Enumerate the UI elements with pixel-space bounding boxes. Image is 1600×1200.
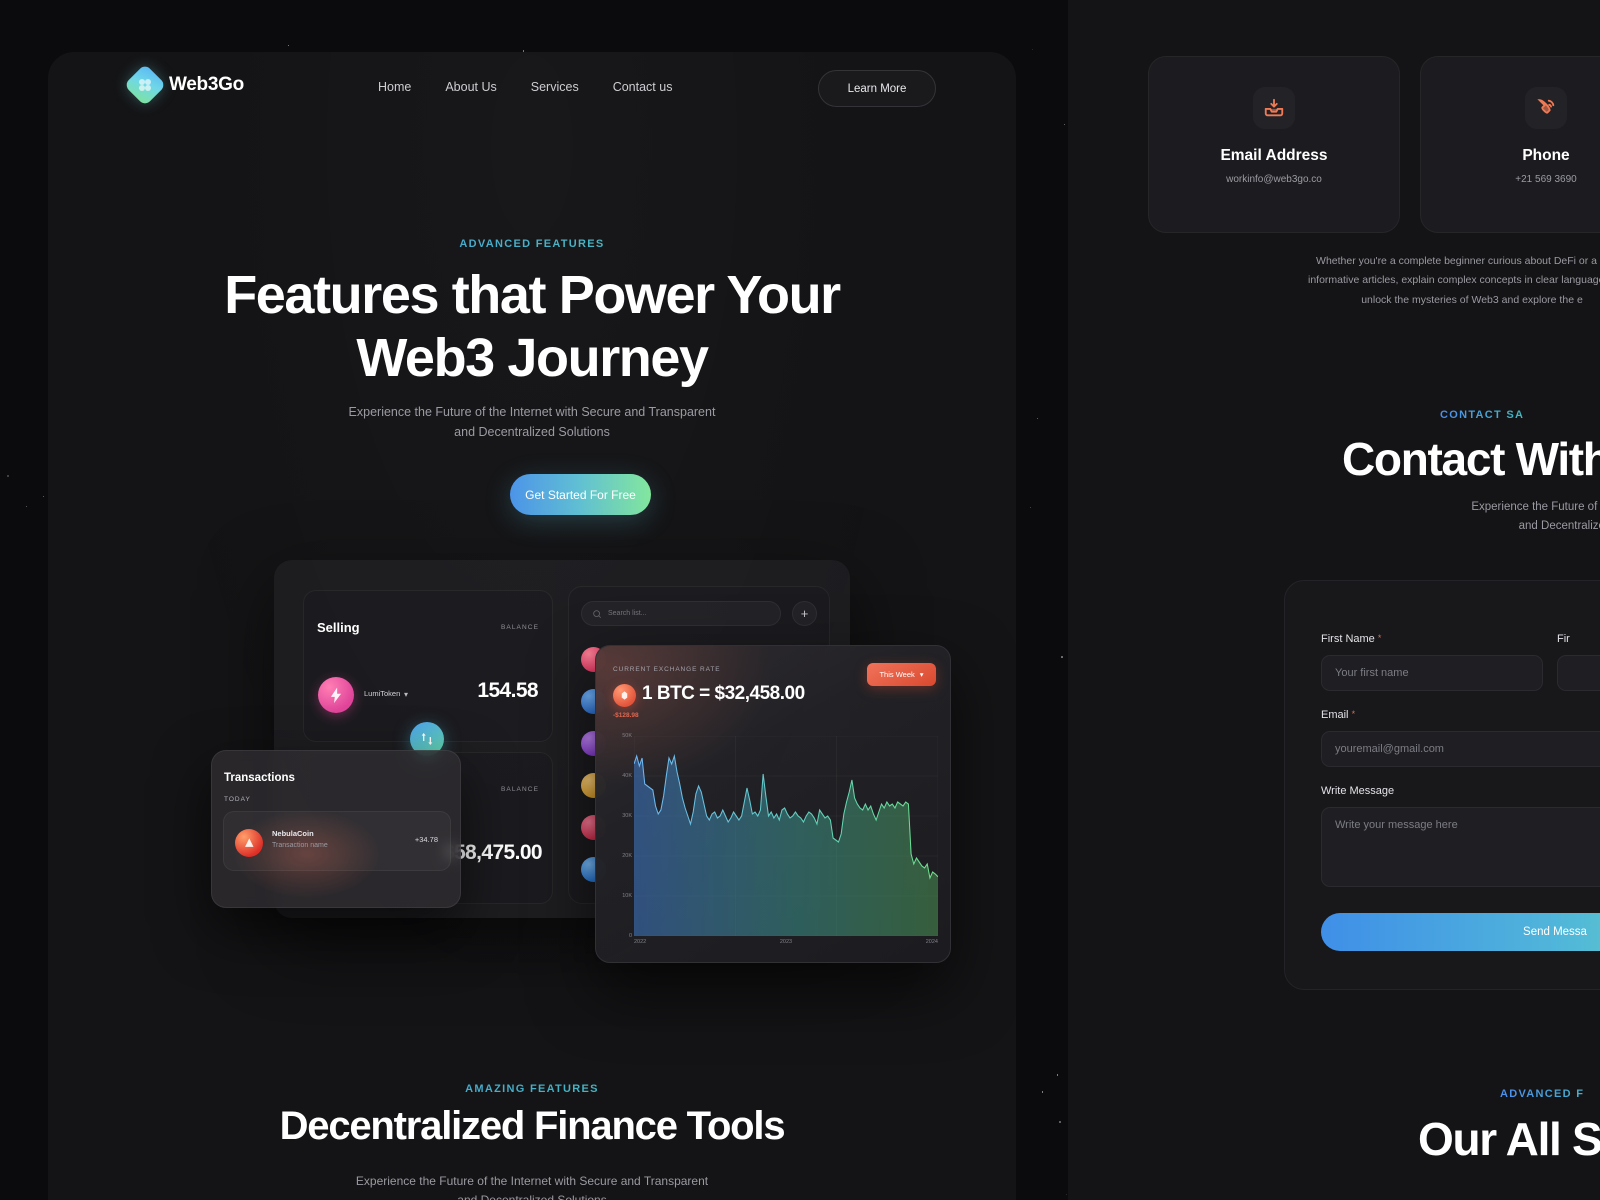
screenshot-root: Web3Go Home About Us Services Contact us… (0, 0, 1600, 1200)
dashboard-mockup: Selling BALANCE LumiToken ▾ 154.58 BALAN… (48, 52, 1016, 1200)
services-eyebrow: ADVANCED F (1500, 1088, 1585, 1100)
exchange-rate-card: CURRENT EXCHANGE RATE 1 BTC = $32,458.00… (595, 645, 951, 963)
section2-eyebrow: AMAZING FEATURES (48, 1083, 1016, 1095)
inbox-icon (1253, 87, 1295, 129)
transaction-amount: +34.78 (414, 835, 438, 844)
chart-y-tick: 40K (622, 773, 632, 779)
contact-title: Contact With (1342, 433, 1600, 485)
selling-token-name: LumiToken (364, 689, 401, 698)
right-paragraph-line-2: informative articles, explain complex co… (1307, 274, 1600, 287)
contact-card-email[interactable]: Email Address workinfo@web3go.co (1148, 56, 1400, 233)
right-paragraph-line-1: Whether you're a complete beginner curio… (1316, 255, 1600, 267)
selling-balance-label: BALANCE (500, 624, 539, 631)
contact-subtitle-line-1: Experience the Future of the Internet (1471, 501, 1600, 513)
chart-x-tick: 2024 (925, 939, 938, 945)
required-mark: * (1351, 709, 1356, 719)
transactions-title: Transactions (224, 772, 295, 784)
chart-y-tick: 0 (628, 933, 632, 939)
required-mark: * (1377, 633, 1382, 643)
selling-card: Selling BALANCE LumiToken ▾ 154.58 (303, 590, 553, 742)
nebulacoin-coin-icon (235, 829, 263, 857)
exchange-rate-label: CURRENT EXCHANGE RATE (613, 666, 721, 673)
chart-y-tick: 10K (622, 893, 632, 899)
section2-subtitle-line-1: Experience the Future of the Internet wi… (355, 1174, 709, 1188)
phone-ring-icon (1525, 87, 1567, 129)
right-paragraph: Whether you're a complete beginner curio… (1172, 252, 1600, 310)
right-paragraph-line-3: unlock the mysteries of Web3 and explore… (1361, 293, 1583, 306)
chart-y-axis-labels: 50K 40K 30K 20K 10K 0 (610, 733, 632, 939)
lumitoken-coin-icon (318, 677, 354, 713)
chevron-down-icon[interactable]: ▾ (404, 690, 408, 699)
contact-card-title: Phone (1522, 147, 1570, 164)
contact-card-title: Email Address (1220, 147, 1328, 164)
last-name-label: Fir (1557, 633, 1570, 645)
chart-y-tick: 20K (622, 853, 632, 859)
range-selector-label: This Week (879, 670, 915, 679)
contact-subtitle: Experience the Future of the Internet an… (1330, 498, 1600, 536)
chart-y-tick: 30K (622, 813, 632, 819)
transactions-card: Transactions TODAY NebulaCoin Transactio… (211, 750, 461, 908)
chart-x-tick: 2022 (634, 939, 647, 945)
chart-x-tick: 2023 (779, 939, 793, 945)
search-input[interactable]: Search list... (581, 601, 781, 626)
section2-subtitle-line-2: and Decentralized Solutions (48, 1191, 1016, 1200)
chevron-down-icon: ▾ (919, 670, 924, 679)
search-icon (593, 609, 602, 618)
section2-title: Decentralized Finance Tools (279, 1104, 786, 1148)
contact-card-value: workinfo@web3go.co (1226, 174, 1322, 185)
left-page-panel: Web3Go Home About Us Services Contact us… (48, 52, 1016, 1200)
contact-card-phone[interactable]: Phone +21 569 3690 (1420, 56, 1600, 233)
selling-card-title: Selling (317, 620, 360, 635)
btc-coin-icon (613, 684, 636, 707)
search-placeholder: Search list... (608, 610, 647, 617)
last-name-input[interactable] (1557, 655, 1600, 691)
email-label: Email * (1321, 709, 1356, 721)
contact-card-value: +21 569 3690 (1515, 174, 1577, 185)
message-label: Write Message (1321, 785, 1395, 797)
transaction-row[interactable]: NebulaCoin Transaction name +34.78 (223, 811, 451, 871)
selling-value: 154.58 (477, 679, 538, 702)
contact-form-card: First Name * Fir Your first name Email *… (1284, 580, 1600, 990)
contact-eyebrow: CONTACT SA (1440, 409, 1525, 421)
services-title: Our All S (1418, 1113, 1600, 1165)
price-chart: 50K 40K 30K 20K 10K 0 2022 2023 2024 (610, 733, 939, 945)
exchange-rate-headline: 1 BTC = $32,458.00 (642, 683, 805, 704)
range-selector[interactable]: This Week ▾ (867, 663, 936, 686)
exchange-rate-delta: -$128.98 (613, 712, 639, 719)
first-name-input[interactable]: Your first name (1321, 655, 1543, 691)
send-message-button[interactable]: Send Messa (1321, 913, 1600, 951)
add-token-button[interactable]: + (792, 601, 817, 626)
chart-plot-area (633, 735, 939, 937)
balance-card-label: BALANCE (500, 786, 539, 793)
transaction-name: NebulaCoin (272, 829, 314, 838)
contact-subtitle-line-2: and Decentralized (1518, 519, 1600, 532)
message-textarea[interactable]: Write your message here (1321, 807, 1600, 887)
transaction-subtitle: Transaction name (272, 842, 328, 849)
chart-y-tick: 50K (622, 733, 632, 739)
section2-subtitle: Experience the Future of the Internet wi… (48, 1172, 1016, 1200)
email-input[interactable]: youremail@gmail.com (1321, 731, 1600, 767)
transactions-group-label: TODAY (224, 796, 251, 803)
first-name-label: First Name * (1321, 633, 1382, 645)
chart-x-axis-labels: 2022 2023 2024 (634, 939, 938, 945)
